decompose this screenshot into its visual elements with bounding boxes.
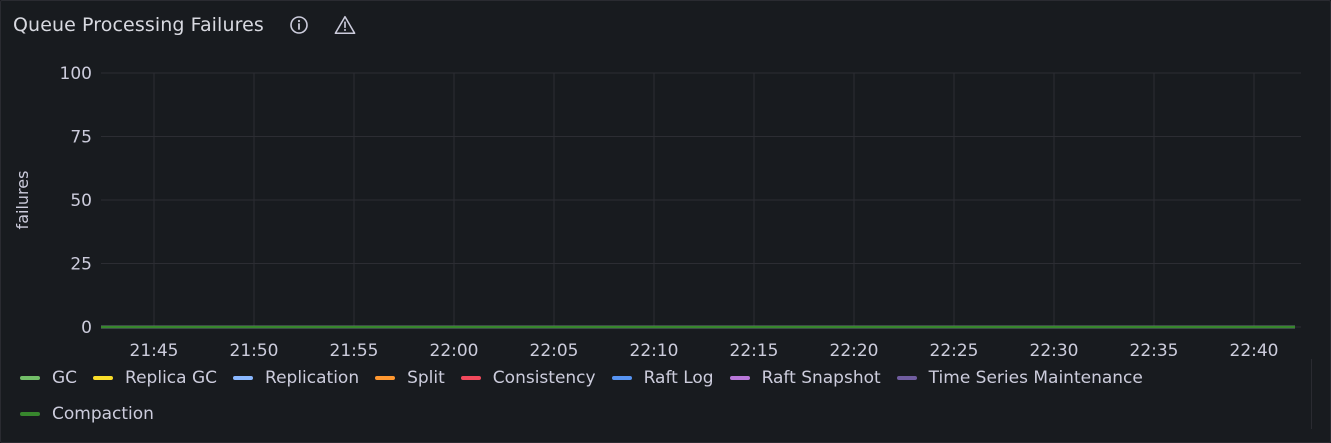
legend-label: GC xyxy=(52,368,78,388)
x-tick-label: 22:35 xyxy=(1130,341,1179,361)
x-tick-label: 21:55 xyxy=(330,341,379,361)
legend-label: Raft Log xyxy=(643,368,714,388)
warning-icon[interactable] xyxy=(334,14,356,36)
chart-legend: GC Replica GC Replication Split Consistency R… xyxy=(20,367,1290,425)
legend-item[interactable]: Consistency xyxy=(460,367,596,389)
x-tick-label: 22:40 xyxy=(1230,341,1279,361)
legend-item[interactable]: Compaction xyxy=(20,403,154,425)
legend-swatch xyxy=(375,376,396,380)
info-icon[interactable] xyxy=(288,14,310,36)
x-tick-label: 22:25 xyxy=(930,341,979,361)
panel-title: Queue Processing Failures xyxy=(13,14,264,36)
x-tick-label: 22:10 xyxy=(630,341,679,361)
legend-swatch xyxy=(233,376,254,380)
y-tick-label: 100 xyxy=(60,64,92,84)
legend-label: Time Series Maintenance xyxy=(928,368,1143,388)
legend-swatch xyxy=(460,376,481,380)
x-tick-label: 22:20 xyxy=(830,341,879,361)
x-tick-label: 22:15 xyxy=(730,341,779,361)
x-tick-label: 22:00 xyxy=(430,341,479,361)
legend-label: Replica GC xyxy=(125,368,218,388)
legend-swatch xyxy=(729,376,750,380)
legend-item[interactable]: Raft Snapshot xyxy=(729,367,881,389)
legend-swatch xyxy=(611,376,632,380)
legend-item[interactable]: Time Series Maintenance xyxy=(896,367,1143,389)
x-tick-label: 22:30 xyxy=(1030,341,1079,361)
legend-swatch xyxy=(20,376,40,380)
y-tick-label: 50 xyxy=(70,191,92,211)
legend-scrollbar[interactable] xyxy=(1311,359,1312,429)
legend-item[interactable]: Raft Log xyxy=(611,367,714,389)
legend-swatch xyxy=(93,376,114,380)
legend-label: Split xyxy=(407,368,445,388)
chart-panel: Queue Processing Failures 0 25 50 75 100 21:4… xyxy=(0,0,1331,443)
legend-item[interactable]: Split xyxy=(375,367,445,389)
legend-label: Replication xyxy=(265,368,360,388)
y-tick-label: 75 xyxy=(70,128,92,148)
legend-swatch xyxy=(20,412,40,416)
legend-item[interactable]: Replica GC xyxy=(93,367,217,389)
legend-label: Raft Snapshot xyxy=(761,368,881,388)
x-tick-label: 22:05 xyxy=(530,341,579,361)
legend-label: Consistency xyxy=(492,368,596,388)
y-tick-label: 25 xyxy=(70,255,92,275)
legend-swatch xyxy=(896,376,917,380)
line-chart: 0 25 50 75 100 21:45 21:50 21:55 22:00 22:05 22:10… xyxy=(13,64,1301,361)
y-axis-label: failures xyxy=(13,171,32,230)
x-tick-label: 21:45 xyxy=(130,341,179,361)
panel-header: Queue Processing Failures xyxy=(13,10,356,40)
y-tick-label: 0 xyxy=(81,318,92,338)
legend-item[interactable]: GC xyxy=(20,367,77,389)
x-tick-label: 21:50 xyxy=(230,341,279,361)
legend-label: Compaction xyxy=(52,404,154,424)
legend-item[interactable]: Replication xyxy=(233,367,359,389)
